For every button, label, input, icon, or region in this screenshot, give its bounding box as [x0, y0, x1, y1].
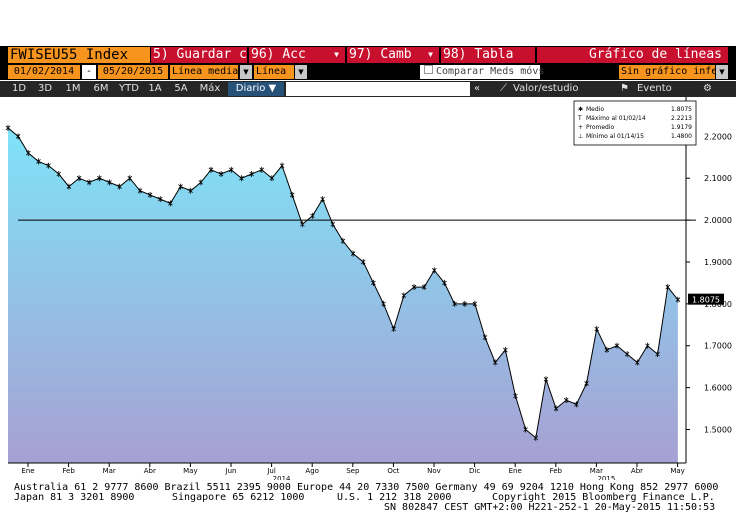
save-button[interactable]: 5) Guardar c/. [151, 47, 247, 63]
x-tick-label: Ene [21, 467, 34, 475]
gear-icon[interactable]: ⚙ [703, 82, 712, 96]
footer-session: SN 802847 CEST GMT+2:00 H221-252-1 20-Ma… [384, 502, 716, 513]
event-label: Evento [636, 83, 672, 94]
period-tab-1m[interactable]: 1M [62, 82, 84, 96]
y-tick-label: 1.5000 [704, 425, 732, 434]
value-study-label: Valor/estudio [513, 83, 579, 94]
table-button[interactable]: 98) Tabla [441, 47, 535, 63]
legend-label: Promedio [586, 124, 615, 131]
period-tab-6m[interactable]: 6M [90, 82, 112, 96]
x-tick-label: Feb [550, 467, 563, 475]
x-tick-label: May [183, 467, 197, 475]
y-tick-label: 2.0000 [704, 216, 732, 225]
y-tick-label: 1.7000 [704, 342, 732, 351]
x-tick-label: Oct [387, 467, 399, 475]
chevron-down-icon[interactable]: ▼ [716, 65, 728, 79]
change-button[interactable]: 97) Camb ▼ [347, 47, 439, 63]
save-label: Guardar c/. [176, 47, 247, 62]
x-tick-label: Abr [631, 467, 643, 475]
period-tab-máx[interactable]: Máx [196, 82, 224, 96]
legend-symbol: ✱ [578, 106, 583, 113]
change-label: Camb [380, 47, 412, 62]
period-tab-5a[interactable]: 5A [170, 82, 192, 96]
event-button[interactable]: ⚑ Evento [620, 82, 672, 96]
price-area [8, 127, 678, 464]
x-tick-label: Jun [225, 467, 237, 475]
data-point [543, 376, 549, 383]
y-tick-label: 1.9000 [704, 258, 732, 267]
x-tick-label: Ene [509, 467, 522, 475]
style-select[interactable]: Línea [254, 65, 294, 79]
collapse-button[interactable]: « [474, 82, 480, 96]
mode-select[interactable]: Línea media [170, 65, 238, 79]
actions-label: Acc [282, 47, 306, 62]
x-tick-label: Dic [469, 467, 480, 475]
x-tick-label: May [670, 467, 684, 475]
legend-value: 1.9179 [671, 124, 692, 131]
y-tick-label: 2.1000 [704, 174, 732, 183]
compare-ma-button[interactable]: Comparar Meds móvs [420, 65, 544, 79]
x-tick-label: Feb [62, 467, 75, 475]
chart-icon: ⟋ [500, 83, 507, 94]
chart-type-title: Gráfico de líneas [537, 47, 728, 63]
y-tick-label: 1.6000 [704, 384, 732, 393]
flag-icon: ⚑ [620, 83, 629, 94]
x-tick-label: Ago [305, 467, 319, 475]
end-date-field[interactable]: 05/20/2015 [98, 65, 168, 79]
table-label: Tabla [474, 47, 514, 62]
legend-value: 2.2213 [671, 115, 692, 122]
chevron-down-icon: ▼ [334, 50, 339, 59]
ticker-field[interactable]: FWISEU55 Index [8, 47, 150, 63]
save-number: 5) [153, 47, 169, 62]
x-tick-label: Mar [590, 467, 603, 475]
legend-label: Máximo al 01/02/14 [586, 115, 646, 122]
legend-value: 1.8075 [671, 106, 692, 113]
chevron-down-icon[interactable]: ▼ [295, 65, 307, 79]
price-chart[interactable]: 2.20002.10002.00001.90001.80001.70001.60… [0, 97, 736, 527]
table-number: 98) [443, 47, 467, 62]
x-tick-label: Nov [427, 467, 441, 475]
period-tab-1a[interactable]: 1A [146, 82, 164, 96]
value-study-button[interactable]: ⟋ Valor/estudio [500, 82, 578, 96]
period-tab-1d[interactable]: 1D [8, 82, 30, 96]
x-tick-label: Sep [346, 467, 360, 475]
footer-singapore: Singapore 65 6212 1000 [172, 492, 305, 503]
x-tick-label: Mar [103, 467, 116, 475]
change-number: 97) [349, 47, 373, 62]
frequency-select[interactable]: Diario ▼ [228, 82, 284, 96]
legend-symbol: + [578, 124, 583, 131]
legend-label: Medio [586, 106, 604, 113]
chart-legend: ✱ Medio 1.8075 T Máximo al 01/02/14 2.2213 + Pr… [573, 100, 697, 146]
price-chart-svg: 2.20002.10002.00001.90001.80001.70001.60… [5, 97, 732, 483]
x-tick-label: Abr [144, 467, 156, 475]
chevron-down-icon: ▼ [428, 50, 433, 59]
y-tick-label: 2.2000 [704, 132, 732, 141]
chevron-down-icon[interactable]: ▼ [240, 65, 252, 79]
period-tab-ytd[interactable]: YTD [116, 82, 142, 96]
last-value-label: 1.8075 [692, 296, 720, 305]
study-input[interactable] [286, 82, 470, 96]
compare-label: Comparar Meds móvs [436, 66, 545, 77]
legend-symbol: ⊥ [578, 133, 583, 140]
footer-japan: Japan 81 3 3201 8900 [14, 492, 135, 503]
date-separator: - [82, 65, 96, 79]
actions-number: 96) [251, 47, 275, 62]
start-date-field[interactable]: 01/02/2014 [8, 65, 80, 79]
footer: Australia 61 2 9777 8600 Brazil 5511 239… [0, 480, 736, 527]
period-tab-3d[interactable]: 3D [34, 82, 56, 96]
x-tick-label: Jul [266, 467, 276, 475]
legend-symbol: T [577, 115, 582, 122]
actions-button[interactable]: 96) Acc ▼ [249, 47, 345, 63]
legend-label: Mínimo al 01/14/15 [586, 133, 644, 140]
legend-value: 1.4800 [671, 133, 692, 140]
lower-chart-select[interactable]: Sin gráfico inferio [619, 65, 715, 79]
checkbox-icon [424, 65, 433, 74]
